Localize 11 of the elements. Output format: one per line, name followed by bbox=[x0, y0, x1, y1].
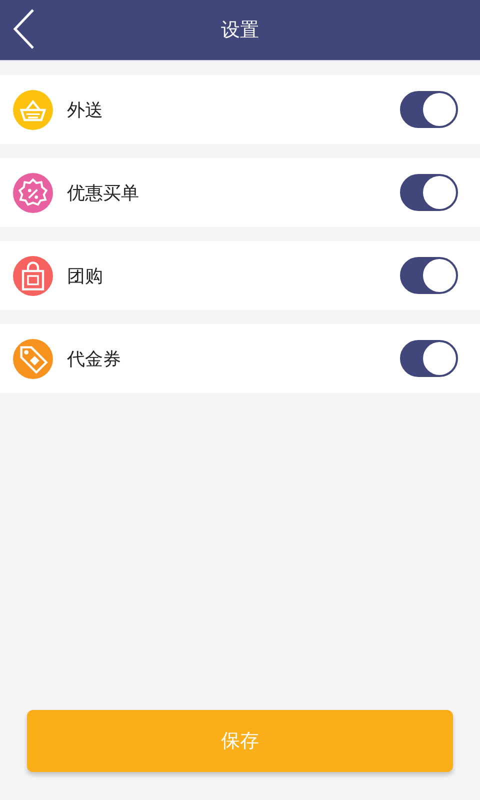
toggle-switch[interactable] bbox=[400, 340, 458, 377]
toggle-switch[interactable] bbox=[400, 257, 458, 294]
toggle-switch[interactable] bbox=[400, 91, 458, 128]
setting-label: 外送 bbox=[67, 98, 104, 122]
setting-label: 代金券 bbox=[67, 348, 122, 370]
setting-label: 优惠买单 bbox=[67, 182, 140, 204]
page-title: 设置 bbox=[221, 18, 259, 43]
save-button[interactable]: 保存 bbox=[27, 710, 453, 772]
back-icon[interactable] bbox=[13, 9, 35, 49]
toggle-switch[interactable] bbox=[400, 174, 458, 211]
setting-label: 团购 bbox=[67, 264, 104, 288]
